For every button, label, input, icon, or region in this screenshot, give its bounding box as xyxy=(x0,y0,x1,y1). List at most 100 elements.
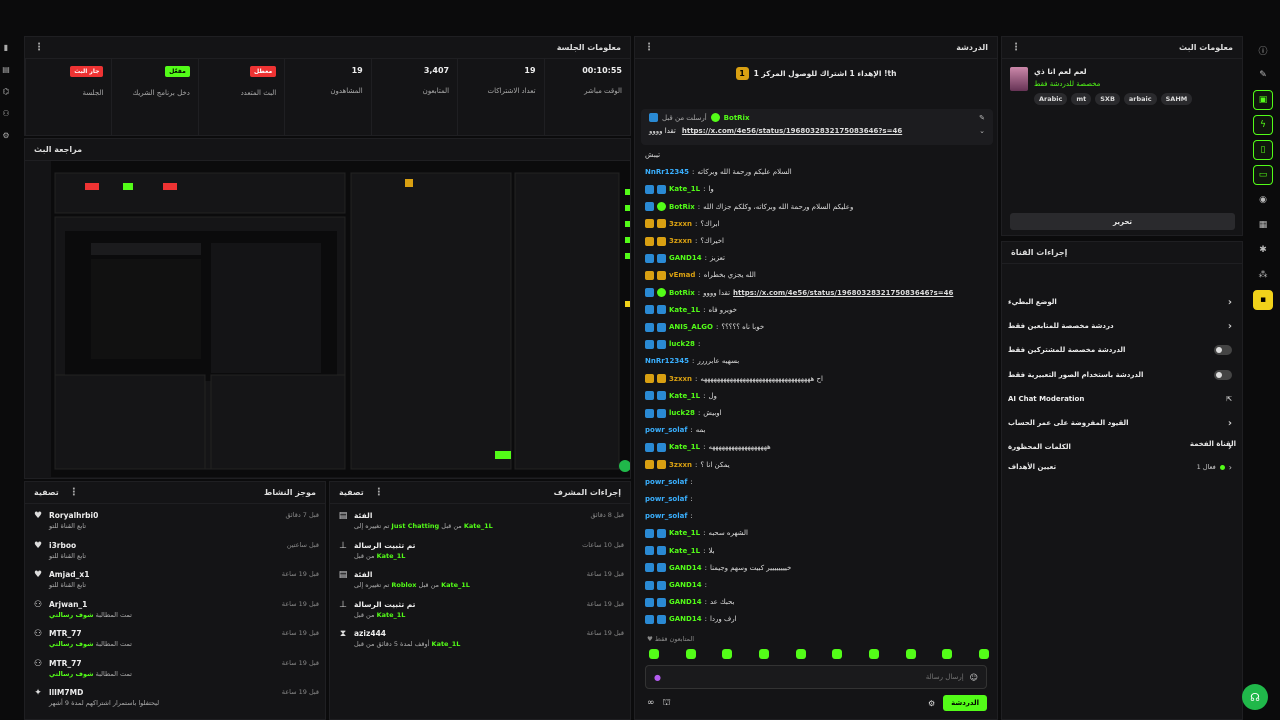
modaction-category[interactable]: Just Chatting xyxy=(391,522,439,530)
more-icon[interactable]: ⋮ xyxy=(374,487,384,498)
activity-user[interactable]: MTR_77 xyxy=(49,659,132,668)
chat-message[interactable]: 3zxxn: ابراك؟ xyxy=(645,216,989,232)
chat-message[interactable]: Kate_1L: ول xyxy=(645,388,989,404)
channel-action-row[interactable]: الوضع البطيء › xyxy=(1002,290,1242,314)
chat-username[interactable]: powr_solaf xyxy=(645,512,687,520)
chat-username[interactable]: NnRr12345 xyxy=(645,357,689,365)
emote-icon[interactable] xyxy=(685,649,696,659)
pinned-message[interactable]: أرسلت من قبل BotRix ✎ تقدا وووو https://… xyxy=(641,109,993,145)
chat-message[interactable]: powr_solaf: xyxy=(645,508,989,524)
analytics-icon[interactable]: ⌬ xyxy=(0,80,12,102)
more-icon[interactable]: ⋮ xyxy=(644,42,654,53)
modaction-item[interactable]: قبل 8 دقائق ▤ الفئة تم تغييره إلى Just Chat… xyxy=(330,506,630,536)
emote-icon[interactable] xyxy=(758,649,769,659)
chat-message[interactable]: GAND14: xyxy=(645,577,989,593)
activity-item[interactable]: قبل 7 دقائق ♥ Roryalhrbi0 تابع القناة للتو xyxy=(25,506,325,536)
clipboard-icon[interactable]: ▯ xyxy=(1253,140,1273,160)
stream-tag[interactable]: Arabic xyxy=(1034,93,1068,105)
chat-username[interactable]: GAND14 xyxy=(669,564,702,572)
points-icon[interactable]: ∞ xyxy=(647,698,655,709)
chat-username[interactable]: Kate_1L xyxy=(669,529,700,537)
chat-message[interactable]: NnRr12345: بسهيه عابرررر xyxy=(645,353,989,369)
modaction-user[interactable]: Kate_1L xyxy=(377,611,406,619)
pinned-user[interactable]: BotRix xyxy=(724,114,750,122)
chat-username[interactable]: luck28 xyxy=(669,409,695,417)
chat-rail-icon[interactable]: ▣ xyxy=(1253,90,1273,110)
goals-row[interactable]: تعيين الأهداف فعال 1 › xyxy=(1002,458,1242,476)
chat-username[interactable]: vEmad xyxy=(669,271,695,279)
pin-icon[interactable]: ✎ xyxy=(979,114,985,122)
activity-item[interactable]: قبل 19 ساعة ⚇ Arjwan_1 تمت المطالبة شوف رسا… xyxy=(25,595,325,625)
modaction-user[interactable]: Kate_1L xyxy=(432,640,461,648)
activity-user[interactable]: Roryalhrbi0 xyxy=(49,511,98,520)
alert-icon[interactable]: ▪ xyxy=(1253,290,1273,310)
emote-icon[interactable] xyxy=(868,649,879,659)
activity-item[interactable]: قبل ساعتين ♥ i3rboo تابع القناة للتو xyxy=(25,536,325,566)
chat-username[interactable]: 3zxxn xyxy=(669,237,692,245)
chat-username[interactable]: luck28 xyxy=(669,340,695,348)
edit-icon[interactable]: ✎ xyxy=(1253,65,1273,85)
modaction-item[interactable]: قبل 10 ساعات ⊥ تم تثبيت الرسالة من قبل Kate… xyxy=(330,536,630,566)
home-icon[interactable]: ▮ xyxy=(0,36,12,58)
channel-action-row[interactable]: دردشة مخصصة للمتابعين فقط › xyxy=(1002,314,1242,338)
chat-username[interactable]: BotRix xyxy=(669,289,695,297)
mic-icon[interactable]: ● xyxy=(654,673,661,682)
chat-username[interactable]: Kate_1L xyxy=(669,392,700,400)
edit-button[interactable]: تحرير xyxy=(1010,213,1235,230)
chat-link[interactable]: https://x.com/4e56/status/19680328321750… xyxy=(733,289,953,297)
stream-tag[interactable]: mt xyxy=(1071,93,1092,105)
chat-username[interactable]: GAND14 xyxy=(669,615,702,623)
broadcast-icon[interactable]: ◉ xyxy=(1253,190,1273,210)
chat-message[interactable]: Kate_1L: الشهره سحبه xyxy=(645,525,989,541)
chat-username[interactable]: 3zxxn xyxy=(669,220,692,228)
layout-icon[interactable]: ▦ xyxy=(1253,215,1273,235)
chat-message[interactable]: 3zxxn: اخيراك؟ xyxy=(645,233,989,249)
activity-filter[interactable]: تصفية xyxy=(34,488,59,497)
chat-message[interactable]: Kate_1L: خويرو فاه xyxy=(645,302,989,318)
chat-message[interactable]: Kate_1L: بلا xyxy=(645,543,989,559)
chat-username[interactable]: GAND14 xyxy=(669,581,702,589)
chat-message[interactable]: 3zxxn: يمكن انا ؟ xyxy=(645,457,989,473)
channel-action-row[interactable]: AI Chat Moderation ⇱ xyxy=(1002,387,1242,411)
chat-message[interactable]: ANIS_ALGO: خوبا ناه ؟؟؟؟؟ xyxy=(645,319,989,335)
chat-message[interactable]: BotRix: تقدا وووو https://x.com/4e56/statu… xyxy=(645,285,989,301)
chat-message[interactable]: 3zxxn: اح ههههههههههههههههههههههههههههههه… xyxy=(645,371,989,387)
modaction-item[interactable]: قبل 19 ساعة ⊥ تم تثبيت الرسالة من قبل Kate_… xyxy=(330,595,630,625)
dashboard-icon[interactable]: ▤ xyxy=(0,58,12,80)
chevron-down-icon[interactable]: ⌄ xyxy=(979,127,985,135)
toggle-switch[interactable] xyxy=(1214,369,1232,380)
emote-icon[interactable] xyxy=(832,649,843,659)
chat-username[interactable]: Kate_1L xyxy=(669,547,700,555)
support-button[interactable]: ☊ xyxy=(1242,684,1268,710)
community-icon[interactable]: ⚇ xyxy=(0,102,12,124)
emote-icon[interactable] xyxy=(649,649,659,659)
emote-icon[interactable] xyxy=(905,649,916,659)
lightning-icon[interactable]: ϟ xyxy=(1253,115,1273,135)
chat-message[interactable]: Kate_1L: وا xyxy=(645,181,989,197)
chat-input[interactable] xyxy=(666,673,964,681)
channel-action-row[interactable]: القيود المفروضة على عمر الحساب › xyxy=(1002,411,1242,435)
chat-username[interactable]: 3zxxn xyxy=(669,461,692,469)
stream-preview[interactable] xyxy=(51,161,630,477)
chat-message[interactable]: GAND14: بحبك عد xyxy=(645,594,989,610)
chat-username[interactable]: NnRr12345 xyxy=(645,168,689,176)
message-icon[interactable]: ▭ xyxy=(1253,165,1273,185)
chat-message[interactable]: GAND14: تعزيز xyxy=(645,250,989,266)
chat-message[interactable]: vEmad: الله يجزي بخطراه xyxy=(645,267,989,283)
stream-tag[interactable]: SXB xyxy=(1095,93,1120,105)
activity-user[interactable]: i3rboo xyxy=(49,541,86,550)
emoji-icon[interactable]: ☺ xyxy=(970,673,978,682)
emote-icon[interactable] xyxy=(942,649,953,659)
chat-message[interactable]: تيبش xyxy=(645,147,989,163)
pinned-link[interactable]: https://x.com/4e56/status/19680328321750… xyxy=(682,127,902,135)
activity-user[interactable]: MTR_77 xyxy=(49,629,132,638)
chat-username[interactable]: powr_solaf xyxy=(645,495,687,503)
gift-icon[interactable]: ⛫ xyxy=(663,698,671,709)
chat-message[interactable]: NnRr12345: السلام عليكم ورحمة الله وبركات… xyxy=(645,164,989,180)
send-button[interactable]: الدردشة xyxy=(943,695,987,711)
chat-username[interactable]: ANIS_ALGO xyxy=(669,323,713,331)
category-name[interactable]: مخصصة للدردشة فقط xyxy=(1034,80,1192,88)
chat-message[interactable]: GAND14: خيييييييير كبيت وسهم وجيمنا xyxy=(645,560,989,576)
toggle-switch[interactable] xyxy=(1214,345,1232,356)
channel-action-row[interactable]: الدردشة باستخدام الصور التعبيرية فقط xyxy=(1002,363,1242,387)
